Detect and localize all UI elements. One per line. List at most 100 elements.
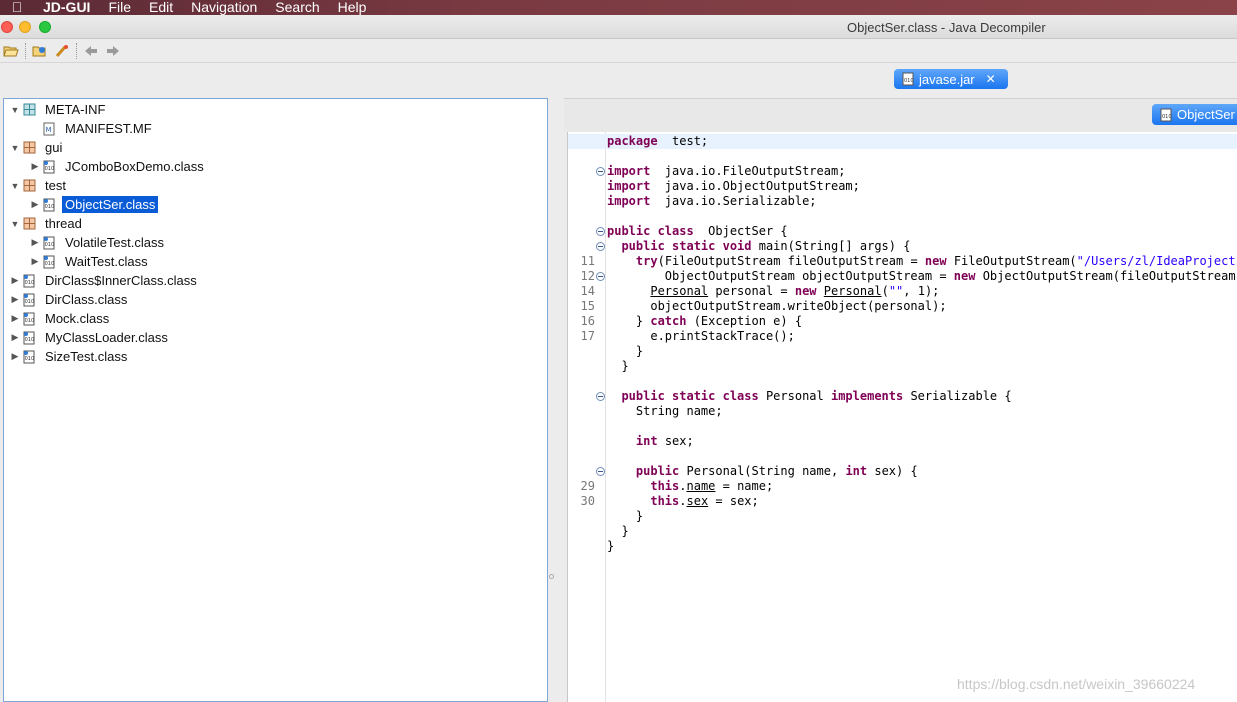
collapsed-arrow-icon[interactable]: ▶ <box>28 237 42 248</box>
tree-node[interactable]: ▶ 010 SizeTest.class <box>8 347 130 366</box>
code-line[interactable]: } <box>568 539 1237 554</box>
tab-javase-jar[interactable]: 010 javase.jar ✕ <box>894 69 1008 89</box>
package-tree[interactable]: ▼ META-INF M MANIFEST.MF ▼ gui ▶ 010 JComboBoxDe… <box>3 98 548 702</box>
code-line[interactable] <box>568 374 1237 389</box>
code-line[interactable]: 15 objectOutputStream.writeObject(person… <box>568 299 1237 314</box>
forward-icon[interactable] <box>102 41 124 61</box>
open-file-icon[interactable] <box>0 41 22 61</box>
code-line[interactable]: int sex; <box>568 434 1237 449</box>
collapsed-arrow-icon[interactable]: ▶ <box>8 351 22 362</box>
code-line[interactable]: 12 ObjectOutputStream objectOutputStream… <box>568 269 1237 284</box>
panel-splitter[interactable] <box>548 98 562 702</box>
menu-navigation[interactable]: Navigation <box>182 0 266 15</box>
code-line[interactable] <box>568 449 1237 464</box>
svg-text:010: 010 <box>25 299 35 305</box>
code-line[interactable]: import java.io.FileOutputStream; <box>568 164 1237 179</box>
svg-text:010: 010 <box>904 78 914 84</box>
code-text: public static class Personal implements … <box>607 389 1011 404</box>
code-line[interactable]: 29 this.name = name; <box>568 479 1237 494</box>
code-line[interactable]: } <box>568 359 1237 374</box>
fold-toggle-icon[interactable] <box>596 227 605 236</box>
code-line[interactable]: public static void main(String[] args) { <box>568 239 1237 254</box>
code-line[interactable] <box>568 209 1237 224</box>
splitter-handle[interactable] <box>549 574 554 579</box>
close-tab-icon[interactable]: ✕ <box>986 72 996 86</box>
fold-toggle-icon[interactable] <box>596 392 605 401</box>
code-line[interactable]: import java.io.ObjectOutputStream; <box>568 179 1237 194</box>
tree-node[interactable]: ▶ 010 Mock.class <box>8 309 112 328</box>
open-type-icon[interactable] <box>29 41 51 61</box>
menu-file[interactable]: File <box>99 0 140 15</box>
collapsed-arrow-icon[interactable]: ▶ <box>8 294 22 305</box>
code-token: ObjectSer { <box>693 224 788 238</box>
tree-node[interactable]: ▼ gui <box>8 138 65 157</box>
menu-edit[interactable]: Edit <box>140 0 182 15</box>
menu-app-name[interactable]: JD-GUI <box>34 0 99 15</box>
collapsed-arrow-icon[interactable]: ▶ <box>28 161 42 172</box>
code-line[interactable]: 17 e.printStackTrace(); <box>568 329 1237 344</box>
code-line[interactable]: } <box>568 524 1237 539</box>
fold-toggle-icon[interactable] <box>596 467 605 476</box>
search-icon[interactable] <box>51 41 73 61</box>
collapsed-arrow-icon[interactable]: ▶ <box>28 256 42 267</box>
code-line[interactable]: 30 this.sex = sex; <box>568 494 1237 509</box>
code-line[interactable]: 11 try(FileOutputStream fileOutputStream… <box>568 254 1237 269</box>
string-token: "" <box>888 284 904 298</box>
tree-node[interactable]: M MANIFEST.MF <box>28 119 155 138</box>
code-line[interactable]: 16 } catch (Exception e) { <box>568 314 1237 329</box>
code-line[interactable] <box>568 149 1237 164</box>
code-token: sex) { <box>867 464 918 478</box>
fold-toggle-icon[interactable] <box>596 272 605 281</box>
tree-node[interactable]: ▶ 010 DirClass.class <box>8 290 130 309</box>
expanded-arrow-icon[interactable]: ▼ <box>8 219 22 229</box>
tree-node[interactable]: ▼ test <box>8 176 69 195</box>
collapsed-arrow-icon[interactable]: ▶ <box>28 199 42 210</box>
tree-node[interactable]: ▶ 010 DirClass$InnerClass.class <box>8 271 200 290</box>
code-token: main(String[] args) { <box>751 239 911 253</box>
code-token: FileOutputStream( <box>946 254 1077 268</box>
tree-node[interactable]: ▶ 010 JComboBoxDemo.class <box>28 157 207 176</box>
expanded-arrow-icon[interactable]: ▼ <box>8 181 22 191</box>
expanded-arrow-icon[interactable]: ▼ <box>8 105 22 115</box>
collapsed-arrow-icon[interactable]: ▶ <box>8 313 22 324</box>
tree-node[interactable]: ▶ 010 VolatileTest.class <box>28 233 167 252</box>
code-line[interactable]: public class ObjectSer { <box>568 224 1237 239</box>
fold-toggle-icon[interactable] <box>596 242 605 251</box>
tree-node[interactable]: ▶ 010 MyClassLoader.class <box>8 328 171 347</box>
code-token: Personal <box>758 389 831 403</box>
tree-node[interactable]: ▼ thread <box>8 214 85 233</box>
code-line[interactable]: 14 Personal personal = new Personal("", … <box>568 284 1237 299</box>
tree-node[interactable]: ▶ 010 ObjectSer.class <box>28 195 159 214</box>
code-line[interactable]: } <box>568 509 1237 524</box>
code-line[interactable]: import java.io.Serializable; <box>568 194 1237 209</box>
code-line[interactable]: public Personal(String name, int sex) { <box>568 464 1237 479</box>
code-token: ( <box>881 284 889 298</box>
collapsed-arrow-icon[interactable]: ▶ <box>8 275 22 286</box>
code-line[interactable]: } <box>568 344 1237 359</box>
code-token: java.io.ObjectOutputStream; <box>650 179 860 193</box>
tree-node[interactable]: ▶ 010 WaitTest.class <box>28 252 151 271</box>
tree-node-label: MANIFEST.MF <box>65 121 152 136</box>
menu-help[interactable]: Help <box>329 0 376 15</box>
expanded-arrow-icon[interactable]: ▼ <box>8 143 22 153</box>
keyword-token: int <box>635 434 658 448</box>
code-text: int sex; <box>607 434 694 449</box>
tree-node[interactable]: ▼ META-INF <box>8 100 108 119</box>
back-icon[interactable] <box>80 41 102 61</box>
tree-node-label: thread <box>45 216 82 231</box>
code-line[interactable]: String name; <box>568 404 1237 419</box>
code-line[interactable] <box>568 419 1237 434</box>
code-token: = name; <box>715 479 774 493</box>
class-icon: 010 <box>42 255 56 269</box>
code-token: sex; <box>657 434 694 448</box>
fold-toggle-icon[interactable] <box>596 167 605 176</box>
menu-search[interactable]: Search <box>266 0 328 15</box>
source-editor[interactable]: package test; import java.io.FileOutputSt… <box>567 132 1237 702</box>
tab-objectser[interactable]: 010 ObjectSer <box>1152 104 1237 125</box>
apple-icon[interactable]:  <box>0 0 34 15</box>
collapsed-arrow-icon[interactable]: ▶ <box>8 332 22 343</box>
code-line[interactable]: package test; <box>568 134 1237 149</box>
code-line[interactable]: public static class Personal implements … <box>568 389 1237 404</box>
